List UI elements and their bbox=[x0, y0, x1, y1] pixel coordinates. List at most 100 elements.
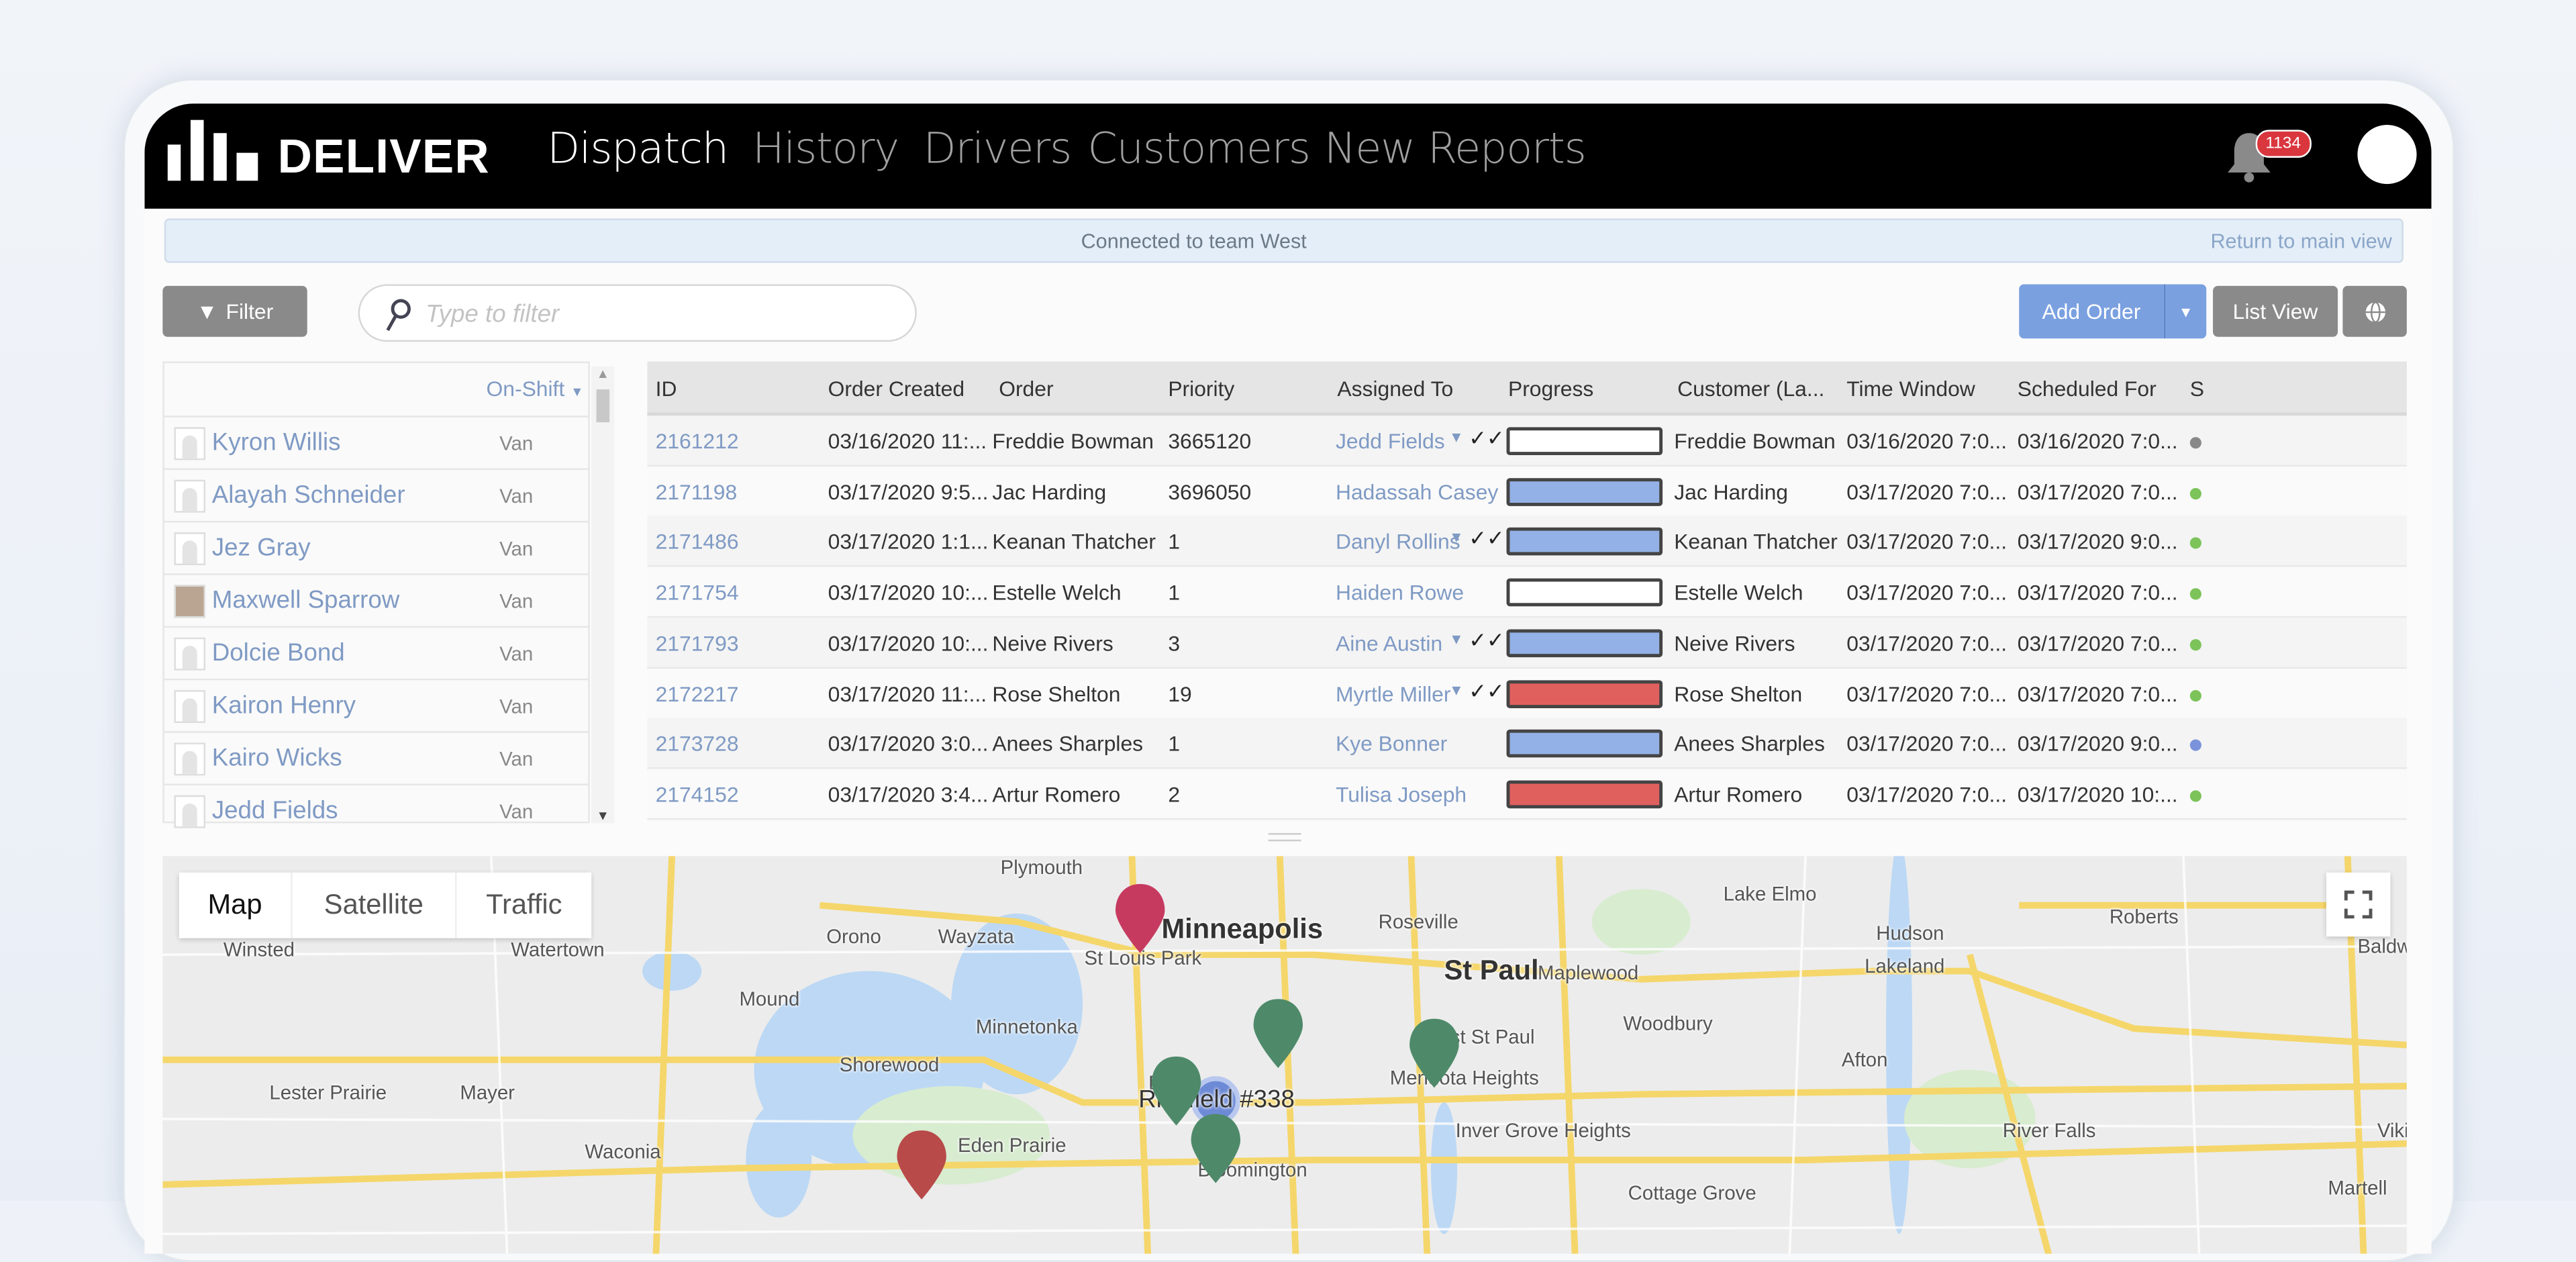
add-order-dropdown[interactable]: ▼ bbox=[2163, 284, 2207, 339]
order-id-link[interactable]: 2174152 bbox=[656, 782, 739, 807]
order-id-link[interactable]: 2171198 bbox=[656, 479, 738, 504]
top-nav: DELIVER Dispatch History Drivers Custome… bbox=[144, 103, 2432, 209]
table-row[interactable]: 2171198 03/17/2020 9:5... Jac Harding 36… bbox=[647, 466, 2407, 518]
driver-name[interactable]: Kyron Willis bbox=[212, 429, 499, 457]
add-order-button[interactable]: Add Order bbox=[2019, 284, 2164, 339]
column-header[interactable]: ID bbox=[656, 377, 677, 401]
table-row[interactable]: 2174152 03/17/2020 3:4... Artur Romero 2… bbox=[647, 769, 2407, 820]
scroll-down-icon[interactable]: ▼ bbox=[597, 808, 609, 823]
assigned-driver-link[interactable]: Jedd Fields bbox=[1336, 429, 1445, 454]
map[interactable]: Plymouth Minneapolis St Louis Park Orono Way… bbox=[162, 856, 2407, 1254]
scroll-up-icon[interactable]: ▲ bbox=[597, 367, 609, 381]
driver-row[interactable]: Kairo Wicks Van bbox=[164, 731, 590, 783]
list-view-button[interactable]: List View bbox=[2213, 285, 2338, 337]
driver-row[interactable]: Dolcie Bond Van bbox=[164, 626, 590, 679]
nav-history[interactable]: History bbox=[752, 125, 899, 174]
assign-dropdown-icon[interactable]: ▼ bbox=[1449, 630, 1464, 646]
map-pin-icon[interactable] bbox=[1406, 1017, 1462, 1089]
assigned-driver-link[interactable]: Hadassah Casey bbox=[1336, 479, 1498, 504]
order-name: Neive Rivers bbox=[992, 630, 1113, 656]
driver-name[interactable]: Alayah Schneider bbox=[212, 481, 499, 509]
map-pin-icon[interactable] bbox=[1188, 1112, 1244, 1185]
assigned-driver-link[interactable]: Haiden Rowe bbox=[1336, 580, 1464, 605]
column-header[interactable]: Time Window bbox=[1846, 377, 1975, 401]
map-pin-icon[interactable] bbox=[894, 1129, 950, 1202]
order-id-link[interactable]: 2171486 bbox=[656, 530, 739, 554]
on-shift-label: On-Shift bbox=[486, 376, 565, 401]
column-header[interactable]: Order Created bbox=[828, 377, 964, 401]
filter-button[interactable]: ▼ Filter bbox=[162, 285, 307, 337]
map-place-label: Baldwin bbox=[2357, 934, 2406, 959]
map-view-button[interactable] bbox=[2342, 285, 2407, 337]
map-pin-icon[interactable] bbox=[1112, 882, 1168, 955]
table-row[interactable]: 2161212 03/16/2020 11:... Freddie Bowman… bbox=[647, 416, 2407, 467]
column-header[interactable]: Customer (La... bbox=[1677, 377, 1824, 401]
driver-row[interactable]: Alayah Schneider Van bbox=[164, 468, 590, 521]
assign-dropdown-icon[interactable]: ▼ bbox=[1449, 681, 1464, 697]
priority: 3665120 bbox=[1168, 428, 1252, 454]
drivers-scrollbar[interactable]: ▲ ▼ bbox=[591, 366, 615, 824]
customer-name: Anees Sharples bbox=[1674, 731, 1825, 757]
map-pin-icon[interactable] bbox=[1250, 998, 1306, 1070]
driver-row[interactable]: Kyron Willis Van bbox=[164, 416, 590, 468]
table-row[interactable]: 2172217 03/17/2020 11:... Rose Shelton 1… bbox=[647, 667, 2407, 719]
table-row[interactable]: 2171754 03/17/2020 10:... Estelle Welch … bbox=[647, 567, 2407, 618]
assigned-driver-link[interactable]: Danyl Rollins bbox=[1336, 530, 1460, 554]
driver-name[interactable]: Kairo Wicks bbox=[212, 744, 499, 773]
nav-customers[interactable]: Customers bbox=[1087, 125, 1311, 174]
driver-name[interactable]: Maxwell Sparrow bbox=[212, 587, 499, 615]
nav-dispatch[interactable]: Dispatch bbox=[547, 125, 729, 174]
order-id-link[interactable]: 2161212 bbox=[656, 429, 739, 454]
column-header[interactable]: Progress bbox=[1508, 377, 1593, 401]
priority: 19 bbox=[1168, 681, 1192, 706]
driver-row[interactable]: Jez Gray Van bbox=[164, 520, 590, 573]
driver-name[interactable]: Jedd Fields bbox=[212, 797, 499, 825]
nav-drivers[interactable]: Drivers bbox=[924, 125, 1073, 174]
assigned-driver-link[interactable]: Kye Bonner bbox=[1336, 732, 1447, 757]
table-row[interactable]: 2171486 03/17/2020 1:1... Keanan Thatche… bbox=[647, 516, 2407, 568]
assign-dropdown-icon[interactable]: ▼ bbox=[1449, 530, 1464, 546]
driver-row[interactable]: Kairon Henry Van bbox=[164, 678, 590, 731]
map-tab-traffic[interactable]: Traffic bbox=[455, 872, 591, 938]
order-name: Anees Sharples bbox=[992, 731, 1144, 757]
time-window: 03/17/2020 7:0... bbox=[1846, 479, 2008, 504]
driver-row[interactable]: Maxwell Sparrow Van bbox=[164, 573, 590, 626]
map-place-label: Roberts bbox=[2109, 905, 2179, 928]
order-id-link[interactable]: 2171754 bbox=[656, 580, 739, 605]
assign-dropdown-icon[interactable]: ▼ bbox=[1449, 429, 1464, 445]
assigned-driver-link[interactable]: Myrtle Miller bbox=[1336, 681, 1450, 706]
column-header[interactable]: Assigned To bbox=[1337, 377, 1453, 401]
driver-vehicle: Van bbox=[499, 799, 534, 823]
on-shift-sort[interactable]: On-Shift ▼ bbox=[487, 377, 584, 401]
column-header[interactable]: Scheduled For bbox=[2018, 377, 2157, 401]
order-id-link[interactable]: 2171793 bbox=[656, 630, 739, 655]
search-input[interactable]: Type to filter bbox=[358, 284, 917, 342]
table-row[interactable]: 2173728 03/17/2020 3:0... Anees Sharples… bbox=[647, 718, 2407, 769]
driver-name[interactable]: Dolcie Bond bbox=[212, 639, 499, 667]
column-header[interactable]: Order bbox=[999, 377, 1053, 401]
scheduled-for: 03/17/2020 7:0... bbox=[2017, 630, 2178, 656]
customer-name: Freddie Bowman bbox=[1674, 428, 1836, 454]
fullscreen-button[interactable] bbox=[2326, 872, 2391, 937]
customer-name: Estelle Welch bbox=[1674, 580, 1803, 605]
table-row[interactable]: 2171793 03/17/2020 10:... Neive Rivers 3… bbox=[647, 617, 2407, 669]
driver-vehicle: Van bbox=[499, 694, 534, 718]
driver-row[interactable]: Jedd Fields Van bbox=[164, 783, 590, 836]
search-icon bbox=[386, 299, 411, 332]
driver-name[interactable]: Kairon Henry bbox=[212, 691, 499, 720]
map-tab-satellite[interactable]: Satellite bbox=[291, 872, 455, 938]
assigned-driver-link[interactable]: Aine Austin bbox=[1336, 630, 1442, 655]
user-avatar[interactable] bbox=[2357, 125, 2417, 185]
column-header[interactable]: Priority bbox=[1168, 377, 1234, 401]
nav-new-reports[interactable]: New Reports bbox=[1324, 125, 1587, 174]
map-tab-map[interactable]: Map bbox=[179, 873, 291, 938]
driver-name[interactable]: Jez Gray bbox=[212, 534, 499, 563]
order-id-link[interactable]: 2172217 bbox=[656, 681, 739, 706]
resize-handle[interactable] bbox=[1268, 832, 1301, 842]
progress-bar bbox=[1506, 578, 1663, 607]
assigned-driver-link[interactable]: Tulisa Joseph bbox=[1336, 782, 1467, 807]
scrollbar-thumb[interactable] bbox=[596, 389, 610, 423]
return-main-view-link[interactable]: Return to main view bbox=[2210, 230, 2391, 253]
column-header[interactable]: S bbox=[2190, 377, 2204, 401]
order-id-link[interactable]: 2173728 bbox=[656, 732, 739, 757]
